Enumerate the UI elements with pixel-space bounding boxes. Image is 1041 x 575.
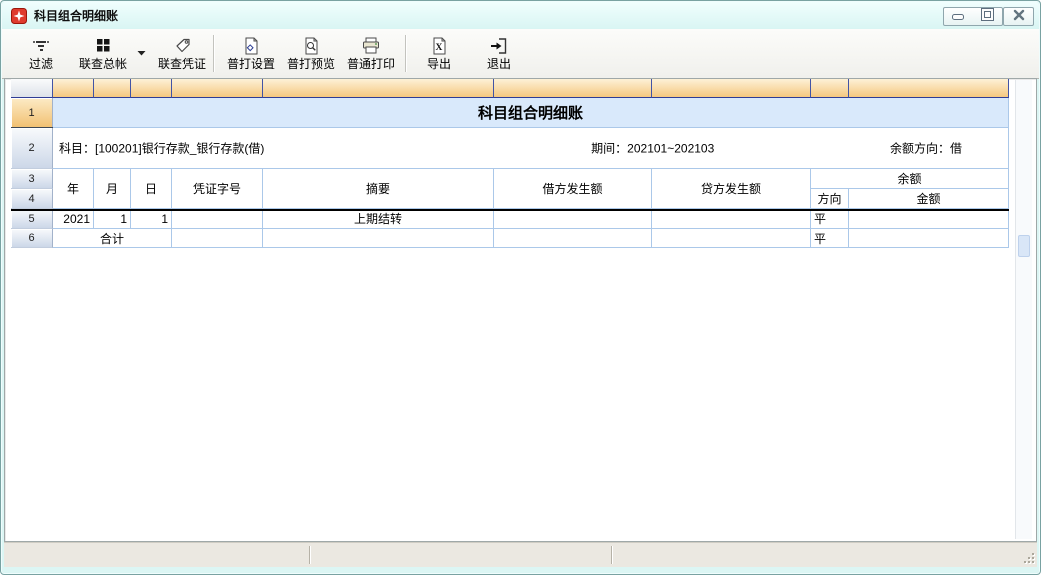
row-number-3[interactable]: 3: [11, 169, 53, 189]
cell-voucher[interactable]: [172, 209, 263, 229]
column-strip-cell[interactable]: [263, 79, 494, 98]
row-number-4[interactable]: 4: [11, 189, 53, 209]
column-strip-cell[interactable]: [94, 79, 131, 98]
minimize-icon: [952, 8, 964, 26]
print-setup-button[interactable]: 普打设置: [221, 34, 281, 74]
header-year[interactable]: 年: [53, 169, 94, 209]
maximize-icon: [981, 8, 994, 26]
total-voucher-cell[interactable]: [172, 229, 263, 248]
print-setup-label: 普打设置: [227, 57, 275, 71]
filter-label: 过滤: [29, 57, 53, 71]
export-button[interactable]: X 导出: [416, 34, 462, 74]
vertical-scrollbar[interactable]: [1015, 80, 1032, 539]
column-strip-cell[interactable]: [172, 79, 263, 98]
export-label: 导出: [427, 57, 451, 71]
exit-icon: [488, 34, 510, 57]
linked-voucher-label: 联查凭证: [158, 57, 206, 71]
selected-row-border: [11, 127, 53, 128]
close-icon: [1013, 8, 1025, 26]
total-summary-cell[interactable]: [263, 229, 494, 248]
printer-icon: [360, 34, 382, 57]
column-strip-cell[interactable]: [652, 79, 811, 98]
print-preview-label: 普打预览: [287, 57, 335, 71]
row-number-1[interactable]: 1: [11, 98, 53, 128]
balance-direction-text: 余额方向：借: [890, 140, 962, 157]
header-day[interactable]: 日: [131, 169, 172, 209]
statusbar-separator: [309, 546, 310, 564]
subject-text: 科目：[100201]银行存款_银行存款(借): [59, 140, 264, 157]
column-strip-cell[interactable]: [849, 79, 1009, 98]
header-summary[interactable]: 摘要: [263, 169, 494, 209]
window-title: 科目组合明细账: [34, 7, 118, 24]
resize-grip[interactable]: [1023, 553, 1034, 564]
statusbar-separator: [611, 546, 612, 564]
print-preview-icon: [300, 34, 322, 57]
exit-label: 退出: [487, 57, 511, 71]
linked-ledger-label: 联查总帐: [79, 57, 127, 71]
export-icon: X: [428, 34, 450, 57]
header-bottom-border: [11, 209, 1009, 211]
linked-voucher-icon: [171, 34, 193, 57]
app-icon: [11, 8, 27, 24]
total-direction-cell[interactable]: 平: [811, 229, 849, 248]
minimize-button[interactable]: [943, 7, 973, 26]
close-button[interactable]: [1003, 7, 1034, 26]
toolbar-separator: [405, 35, 406, 72]
period-text: 期间：202101~202103: [591, 140, 714, 157]
total-credit-cell[interactable]: [652, 229, 811, 248]
svg-text:X: X: [436, 43, 443, 53]
column-strip-cell[interactable]: [811, 79, 849, 98]
header-voucher[interactable]: 凭证字号: [172, 169, 263, 209]
linked-ledger-button[interactable]: 联查总帐: [68, 34, 138, 74]
linked-voucher-button[interactable]: 联查凭证: [152, 34, 212, 74]
cell-amount[interactable]: [849, 209, 1009, 229]
linked-ledger-dropdown[interactable]: [134, 44, 148, 60]
titlebar: 科目组合明细账: [2, 2, 1039, 30]
total-label-cell[interactable]: 合计: [53, 229, 172, 248]
filter-button[interactable]: 过滤: [16, 34, 66, 74]
row-number-5[interactable]: 5: [11, 209, 53, 229]
cell-day[interactable]: 1: [131, 209, 172, 229]
report-info-row[interactable]: 科目：[100201]银行存款_银行存款(借) 期间：202101~202103…: [53, 128, 1009, 169]
cell-credit[interactable]: [652, 209, 811, 229]
row-number-2[interactable]: 2: [11, 128, 53, 169]
report-title[interactable]: 科目组合明细账: [53, 98, 1009, 128]
column-strip-cell[interactable]: [494, 79, 652, 98]
cell-year[interactable]: 2021: [53, 209, 94, 229]
maximize-button[interactable]: [972, 7, 1003, 26]
header-month[interactable]: 月: [94, 169, 131, 209]
print-label: 普通打印: [347, 57, 395, 71]
report-panel: 1 2 3 4 5 6 科目组合明细账 科目：[100201]银行存款_银行存款…: [4, 78, 1037, 542]
header-debit[interactable]: 借方发生额: [494, 169, 652, 209]
header-credit[interactable]: 贷方发生额: [652, 169, 811, 209]
cell-month[interactable]: 1: [94, 209, 131, 229]
toolbar: 过滤 联查总帐: [2, 29, 1039, 79]
column-strip-cell[interactable]: [131, 79, 172, 98]
print-preview-button[interactable]: 普打预览: [281, 34, 341, 74]
print-button[interactable]: 普通打印: [341, 34, 401, 74]
column-strip-cell[interactable]: [53, 79, 94, 98]
cell-direction[interactable]: 平: [811, 209, 849, 229]
cell-summary[interactable]: 上期结转: [263, 209, 494, 229]
exit-button[interactable]: 退出: [472, 34, 526, 74]
header-amount[interactable]: 金额: [849, 189, 1009, 209]
total-debit-cell[interactable]: [494, 229, 652, 248]
linked-ledger-icon: [92, 34, 114, 57]
scrollbar-thumb[interactable]: [1018, 235, 1030, 257]
report-grid: 1 2 3 4 5 6 科目组合明细账 科目：[100201]银行存款_银行存款…: [11, 79, 1009, 248]
grid-corner-cell[interactable]: [11, 79, 53, 98]
header-direction[interactable]: 方向: [811, 189, 849, 209]
toolbar-separator: [213, 35, 214, 72]
status-bar: [4, 542, 1037, 567]
filter-icon: [30, 34, 52, 57]
chevron-down-icon: [137, 43, 146, 61]
cell-debit[interactable]: [494, 209, 652, 229]
total-amount-cell[interactable]: [849, 229, 1009, 248]
header-balance[interactable]: 余额: [811, 169, 1009, 189]
row-number-6[interactable]: 6: [11, 229, 53, 248]
app-window: 科目组合明细账: [0, 0, 1041, 575]
print-setup-icon: [240, 34, 262, 57]
